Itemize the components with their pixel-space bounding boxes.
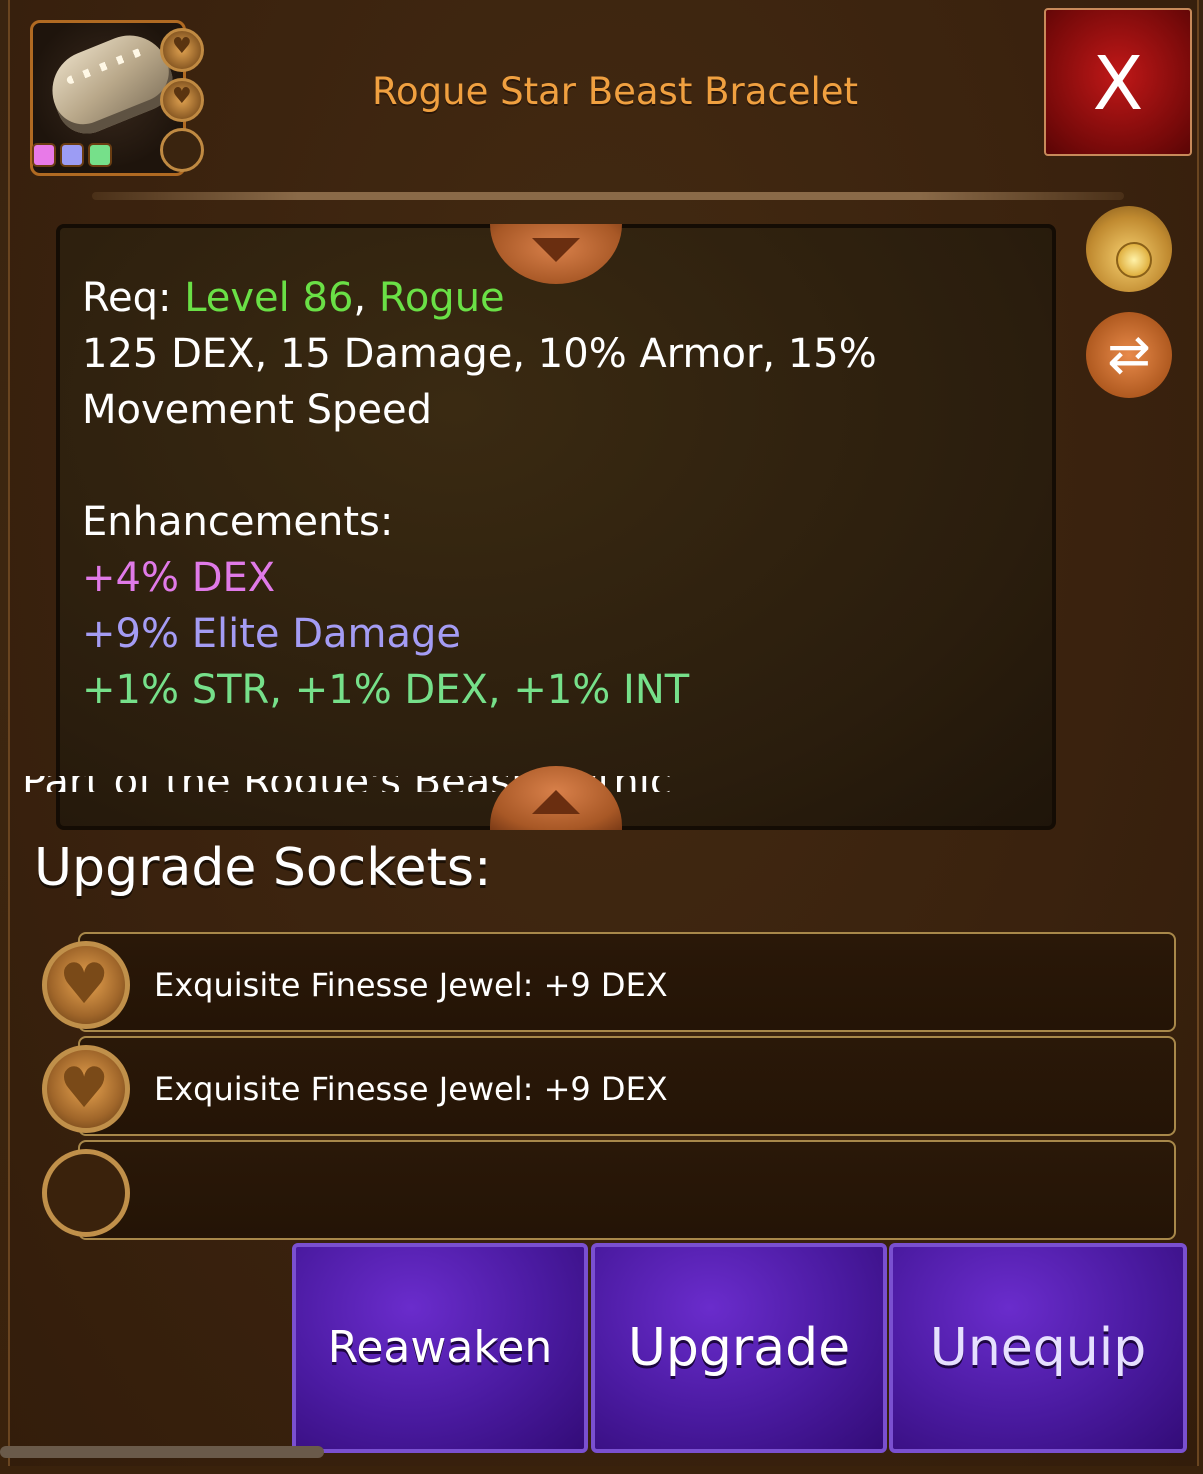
heart-jewel-icon: ♥ xyxy=(42,1045,130,1133)
enhancement-attributes: +1% STR, +1% DEX, +1% INT xyxy=(82,667,690,713)
coin-bag-icon[interactable] xyxy=(1086,206,1172,292)
arrow-up-icon xyxy=(532,790,580,814)
pink-gem-icon xyxy=(32,143,56,167)
socket-label: Exquisite Finesse Jewel: +9 DEX xyxy=(154,966,668,1004)
req-class: Rogue xyxy=(378,275,505,321)
green-gem-icon xyxy=(88,143,112,167)
item-description: Req: Level 86, Rogue 125 DEX, 15 Damage,… xyxy=(82,270,1012,718)
heart-jewel-icon: ♥ xyxy=(42,941,130,1029)
reawaken-button[interactable]: Reawaken xyxy=(292,1243,588,1453)
swap-icon[interactable]: ⇄ xyxy=(1086,312,1172,398)
enhancements-heading: Enhancements: xyxy=(82,499,394,545)
enhancement-gem-indicators xyxy=(32,143,112,167)
jewel-socket-icon xyxy=(160,28,204,72)
item-socket-indicators xyxy=(160,28,204,178)
unequip-button[interactable]: Unequip xyxy=(889,1243,1187,1453)
header-divider xyxy=(92,192,1124,200)
set-bonus-line: Part of the Rogue's Beast Mythic xyxy=(22,776,952,792)
lavender-gem-icon xyxy=(60,143,84,167)
stats-line: 125 DEX, 15 Damage, 10% Armor, 15% xyxy=(82,331,877,377)
upgrade-sockets-heading: Upgrade Sockets: xyxy=(34,838,492,898)
scrollbar[interactable] xyxy=(0,1446,324,1458)
empty-socket-icon xyxy=(160,128,204,172)
socket-row[interactable] xyxy=(78,1140,1176,1240)
jewel-socket-icon xyxy=(160,78,204,122)
socket-row[interactable]: Exquisite Finesse Jewel: +9 DEX xyxy=(78,932,1176,1032)
close-button[interactable]: X xyxy=(1044,8,1192,156)
empty-socket-icon xyxy=(42,1149,130,1237)
item-description-panel[interactable]: Req: Level 86, Rogue 125 DEX, 15 Damage,… xyxy=(56,224,1056,830)
arrow-down-icon xyxy=(532,238,580,262)
upgrade-button[interactable]: Upgrade xyxy=(591,1243,887,1453)
item-title: Rogue Star Beast Bracelet xyxy=(371,70,859,113)
enhancement-dex: +4% DEX xyxy=(82,555,276,601)
req-separator: , xyxy=(353,275,379,321)
socket-row[interactable]: Exquisite Finesse Jewel: +9 DEX xyxy=(78,1036,1176,1136)
req-label: Req: xyxy=(82,275,185,321)
enhancement-elite-damage: +9% Elite Damage xyxy=(82,611,461,657)
socket-label: Exquisite Finesse Jewel: +9 DEX xyxy=(154,1070,668,1108)
stats-line: Movement Speed xyxy=(82,387,432,433)
req-level: Level 86 xyxy=(184,275,354,321)
